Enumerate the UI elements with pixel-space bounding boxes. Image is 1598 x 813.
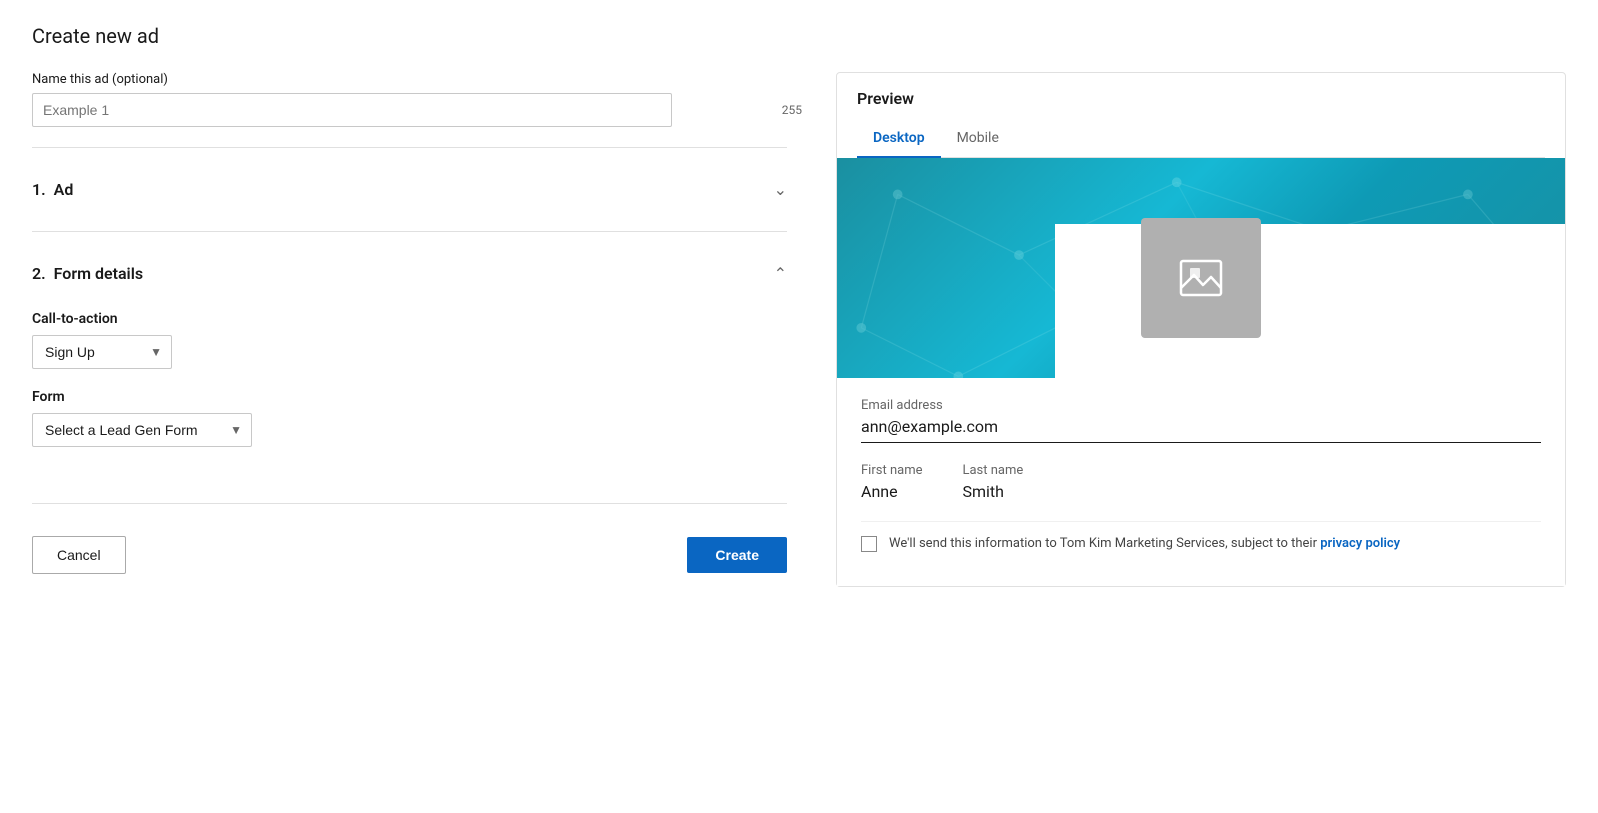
main-layout: Name this ad (optional) 255 1. Ad ⌄ <box>32 72 1566 587</box>
char-count: 255 <box>782 103 802 117</box>
form-details-chevron-up-icon: ⌃ <box>774 264 787 283</box>
preview-panel: Preview Desktop Mobile <box>836 72 1566 587</box>
ad-white-content-bar <box>1055 224 1565 378</box>
preview-first-name-label: First name <box>861 463 922 478</box>
divider-1 <box>32 147 787 148</box>
form-select-wrapper: Select a Lead Gen Form ▼ <box>32 413 252 447</box>
preview-header: Preview Desktop Mobile <box>837 73 1565 158</box>
cta-label: Call-to-action <box>32 311 812 327</box>
preview-email-value: ann@example.com <box>861 417 1541 443</box>
preview-first-name-item: First name Anne <box>861 463 922 501</box>
ad-image-placeholder <box>1141 218 1261 338</box>
consent-text-content: We'll send this information to Tom Kim M… <box>889 536 1320 551</box>
cta-select[interactable]: Sign Up Learn More Download Register Sub… <box>32 335 172 369</box>
cta-group: Call-to-action Sign Up Learn More Downlo… <box>32 311 812 369</box>
preview-last-name-label: Last name <box>962 463 1023 478</box>
preview-email-label: Email address <box>861 398 1541 413</box>
form-details-section-title: 2. Form details <box>32 264 143 283</box>
form-label: Form <box>32 389 812 405</box>
lead-gen-form-select[interactable]: Select a Lead Gen Form <box>32 413 252 447</box>
consent-checkbox[interactable] <box>861 536 877 552</box>
create-button[interactable]: Create <box>687 537 787 573</box>
tab-mobile[interactable]: Mobile <box>941 120 1015 158</box>
preview-consent-row: We'll send this information to Tom Kim M… <box>861 521 1541 566</box>
divider-2 <box>32 231 787 232</box>
name-label: Name this ad (optional) <box>32 72 812 87</box>
page-container: Create new ad Name this ad (optional) 25… <box>0 0 1598 813</box>
ad-section-header[interactable]: 1. Ad ⌄ <box>32 164 787 215</box>
preview-first-name-value: Anne <box>861 482 922 501</box>
preview-last-name-value: Smith <box>962 482 1023 501</box>
section2-number: 2. <box>32 264 46 283</box>
ad-section-title: 1. Ad <box>32 180 73 199</box>
cancel-button[interactable]: Cancel <box>32 536 126 574</box>
ad-name-input[interactable] <box>32 93 672 127</box>
name-input-wrapper: 255 <box>32 93 812 127</box>
divider-3 <box>32 503 787 504</box>
preview-last-name-item: Last name Smith <box>962 463 1023 501</box>
preview-tabs: Desktop Mobile <box>857 120 1545 158</box>
action-buttons: Cancel Create <box>32 536 787 574</box>
form-details-content: Call-to-action Sign Up Learn More Downlo… <box>32 299 812 487</box>
form-panel: Name this ad (optional) 255 1. Ad ⌄ <box>32 72 812 574</box>
image-placeholder-icon <box>1176 253 1226 303</box>
preview-form-content: Email address ann@example.com First name… <box>837 378 1565 586</box>
section2-label: Form details <box>54 264 143 283</box>
section1-number: 1. <box>32 180 46 199</box>
section1-label: Ad <box>54 180 74 199</box>
form-details-section-header[interactable]: 2. Form details ⌃ <box>32 248 787 299</box>
ad-section-chevron-down-icon: ⌄ <box>774 180 787 199</box>
preview-name-row: First name Anne Last name Smith <box>861 463 1541 501</box>
page-title: Create new ad <box>32 24 1566 48</box>
form-group: Form Select a Lead Gen Form ▼ <box>32 389 812 447</box>
preview-ad-image <box>837 158 1565 378</box>
cta-select-wrapper: Sign Up Learn More Download Register Sub… <box>32 335 172 369</box>
consent-text: We'll send this information to Tom Kim M… <box>889 534 1400 554</box>
preview-title: Preview <box>857 89 1545 108</box>
name-section: Name this ad (optional) 255 <box>32 72 812 127</box>
privacy-policy-link[interactable]: privacy policy <box>1320 536 1400 551</box>
tab-desktop[interactable]: Desktop <box>857 120 941 158</box>
